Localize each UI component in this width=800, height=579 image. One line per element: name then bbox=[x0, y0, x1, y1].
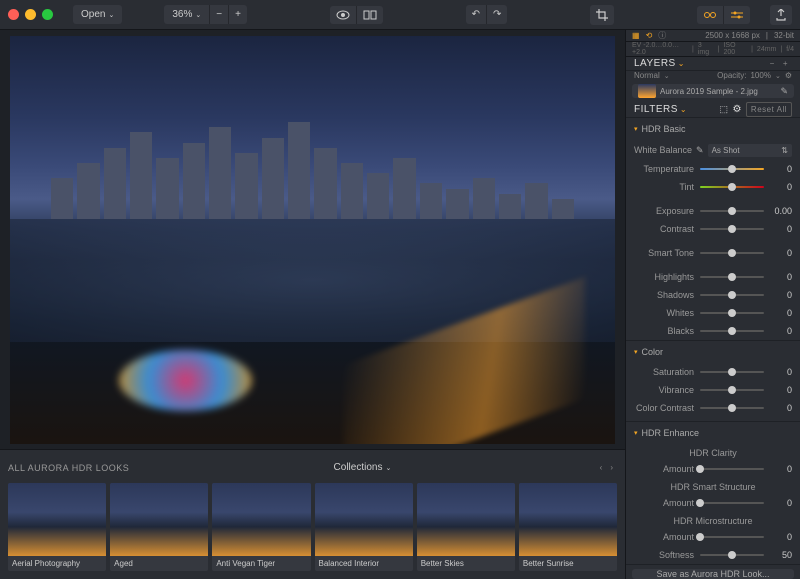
blend-mode[interactable]: Normal bbox=[634, 71, 660, 80]
look-preset[interactable]: Aged bbox=[110, 483, 208, 571]
slider-amount: Amount 0 bbox=[626, 528, 800, 546]
crop-button[interactable] bbox=[590, 5, 614, 25]
window-close-button[interactable] bbox=[8, 9, 19, 20]
window-minimize-button[interactable] bbox=[25, 9, 36, 20]
slider-amount: Amount 0 bbox=[626, 494, 800, 512]
image-dims: 2500 x 1668 px bbox=[705, 31, 760, 40]
image-viewport[interactable] bbox=[0, 30, 625, 449]
slider-contrast: Contrast 0 bbox=[626, 220, 800, 238]
slider-color-contrast: Color Contrast 0 bbox=[626, 399, 800, 417]
sidebar: ▦ ⟲ ⓘ 2500 x 1668 px | 32-bit EV -2.0…0.… bbox=[625, 30, 800, 579]
opacity-value[interactable]: 100% bbox=[750, 71, 770, 80]
slider-track[interactable] bbox=[700, 554, 764, 556]
slider-amount: Amount 0 bbox=[626, 460, 800, 478]
zoom-level[interactable]: 36% ⌄ bbox=[164, 5, 209, 24]
look-preset[interactable]: Better Sunrise bbox=[519, 483, 617, 571]
zoom-out-button[interactable]: − bbox=[209, 5, 228, 24]
layers-header[interactable]: LAYERS⌄ − + bbox=[626, 57, 800, 71]
look-preset[interactable]: Better Skies bbox=[417, 483, 515, 571]
reset-all-button[interactable]: Reset All bbox=[746, 102, 792, 117]
photo-preview bbox=[10, 36, 615, 444]
slider-blacks: Blacks 0 bbox=[626, 322, 800, 340]
hdr-enhance-group: ▾HDR Enhance HDR Clarity Amount 0 HDR Sm… bbox=[626, 422, 800, 565]
slider-track[interactable] bbox=[700, 502, 764, 504]
slider-track[interactable] bbox=[700, 312, 764, 314]
slider-saturation: Saturation 0 bbox=[626, 363, 800, 381]
looks-panel: ALL AURORA HDR LOOKS Collections ⌄ ‹ › A… bbox=[0, 449, 625, 579]
toolbar: Open ⌄ 36% ⌄ − + ↶ ↷ bbox=[0, 0, 800, 30]
histogram-icon[interactable]: ▦ bbox=[632, 31, 640, 40]
bit-depth: 32-bit bbox=[774, 31, 794, 40]
looks-prev-button[interactable]: ‹ bbox=[596, 461, 607, 474]
undo-button[interactable]: ↶ bbox=[466, 5, 486, 24]
slider-highlights: Highlights 0 bbox=[626, 268, 800, 286]
export-button[interactable] bbox=[770, 5, 792, 25]
window-zoom-button[interactable] bbox=[42, 9, 53, 20]
layer-name: Aurora 2019 Sample - 2.jpg bbox=[660, 87, 776, 96]
looks-panel-button[interactable] bbox=[697, 6, 723, 24]
hdr-enhance-header[interactable]: ▾HDR Enhance bbox=[626, 422, 800, 444]
slider-track[interactable] bbox=[700, 276, 764, 278]
filters-panel-button[interactable] bbox=[723, 6, 750, 24]
slider-tint: Tint 0 bbox=[626, 178, 800, 196]
slider-track[interactable] bbox=[700, 371, 764, 373]
preview-button[interactable] bbox=[330, 6, 356, 24]
zoom-group: 36% ⌄ − + bbox=[164, 5, 247, 24]
redo-button[interactable]: ↷ bbox=[486, 5, 507, 24]
looks-next-button[interactable]: › bbox=[606, 461, 617, 474]
zoom-in-button[interactable]: + bbox=[228, 5, 247, 24]
layer-thumbnail bbox=[638, 84, 656, 98]
slider-track[interactable] bbox=[700, 389, 764, 391]
filters-header[interactable]: FILTERS⌄ ⬚ ⚙ Reset All bbox=[626, 102, 800, 118]
slider-track[interactable] bbox=[700, 294, 764, 296]
slider-whites: Whites 0 bbox=[626, 304, 800, 322]
slider-shadows: Shadows 0 bbox=[626, 286, 800, 304]
slider-track[interactable] bbox=[700, 536, 764, 538]
transform-icon[interactable]: ⬚ bbox=[719, 104, 728, 115]
layer-item[interactable]: Aurora 2019 Sample - 2.jpg ✎ bbox=[632, 84, 794, 98]
slider-track[interactable] bbox=[700, 186, 764, 188]
slider-track[interactable] bbox=[700, 330, 764, 332]
slider-smart-tone: Smart Tone 0 bbox=[626, 244, 800, 262]
look-preset[interactable]: Aerial Photography bbox=[8, 483, 106, 571]
look-preset[interactable]: Balanced Interior bbox=[315, 483, 413, 571]
brackets-icon[interactable]: ⟲ bbox=[646, 31, 653, 40]
gear-icon[interactable]: ⚙ bbox=[785, 71, 792, 80]
slider-temperature: Temperature 0 bbox=[626, 160, 800, 178]
slider-track[interactable] bbox=[700, 252, 764, 254]
slider-track[interactable] bbox=[700, 228, 764, 230]
slider-softness: Softness 50 bbox=[626, 546, 800, 564]
compare-button[interactable] bbox=[356, 6, 383, 24]
looks-title: ALL AURORA HDR LOOKS bbox=[8, 463, 129, 473]
layer-add-button[interactable]: + bbox=[779, 57, 792, 70]
slider-vibrance: Vibrance 0 bbox=[626, 381, 800, 399]
open-button[interactable]: Open ⌄ bbox=[73, 5, 122, 24]
info-icon[interactable]: ⓘ bbox=[658, 30, 666, 41]
save-look-button[interactable]: Save as Aurora HDR Look... bbox=[632, 569, 794, 579]
brush-icon[interactable]: ✎ bbox=[780, 86, 788, 97]
eyedropper-icon[interactable]: ✎ bbox=[696, 145, 704, 156]
slider-track[interactable] bbox=[700, 210, 764, 212]
layer-remove-button[interactable]: − bbox=[766, 57, 779, 70]
color-group: ▾Color Saturation 0 Vibrance 0 Color Con… bbox=[626, 341, 800, 422]
settings-icon[interactable]: ⚙ bbox=[732, 104, 741, 115]
collections-dropdown[interactable]: Collections ⌄ bbox=[326, 458, 400, 477]
slider-track[interactable] bbox=[700, 168, 764, 170]
color-header[interactable]: ▾Color bbox=[626, 341, 800, 363]
slider-exposure: Exposure 0.00 bbox=[626, 202, 800, 220]
hdr-basic-group: ▾HDR Basic White Balance ✎ As Shot⇅ Temp… bbox=[626, 118, 800, 341]
slider-track[interactable] bbox=[700, 407, 764, 409]
white-balance-select[interactable]: As Shot⇅ bbox=[708, 144, 792, 157]
hdr-basic-header[interactable]: ▾HDR Basic bbox=[626, 118, 800, 140]
slider-track[interactable] bbox=[700, 468, 764, 470]
look-preset[interactable]: Anti Vegan Tiger bbox=[212, 483, 310, 571]
